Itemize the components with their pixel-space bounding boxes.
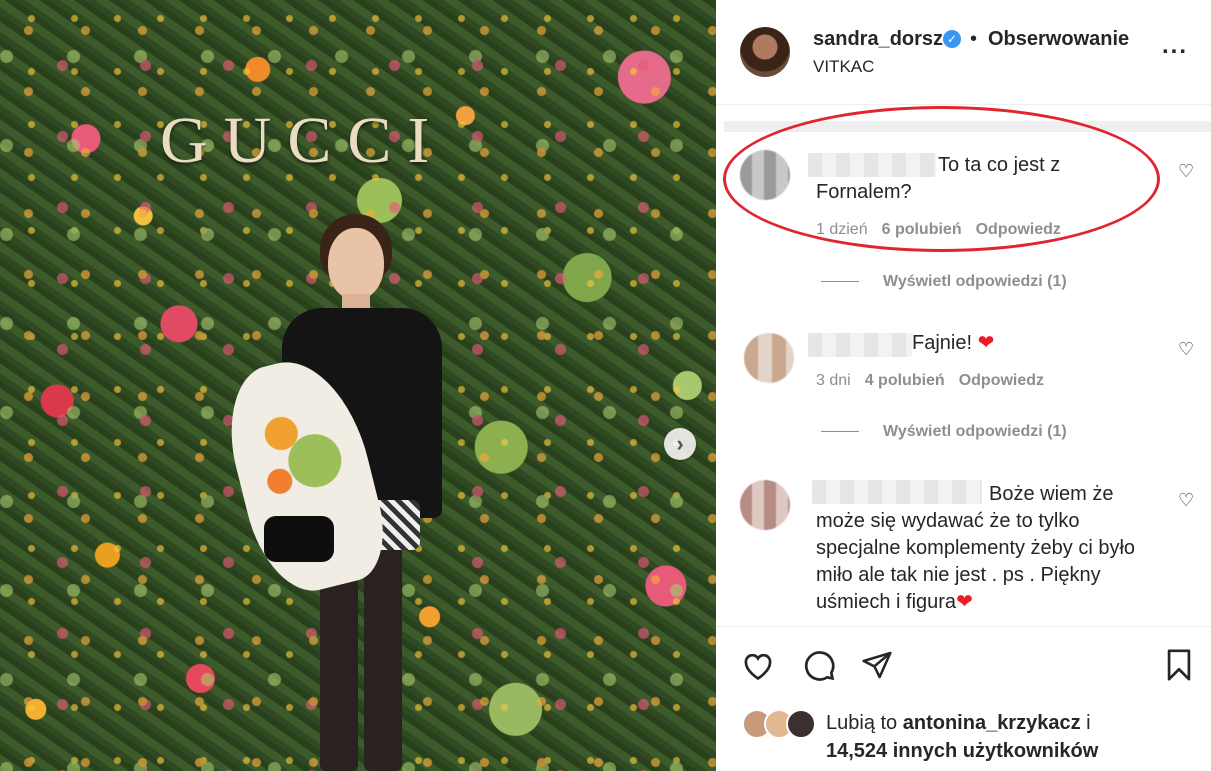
post-header: sandra_dorsz ✓ • Obserwowanie VITKAC ...: [716, 0, 1211, 105]
like-comment-heart-icon[interactable]: ♡: [1178, 161, 1194, 182]
comment-item: Fajnie! ❤ 3 dni 4 polubień Odpowiedz ♡ Wyś…: [716, 325, 1211, 455]
view-replies-button[interactable]: Wyświetl odpowiedzi (1): [821, 423, 1067, 441]
verified-badge-icon: ✓: [943, 30, 961, 48]
post-sidebar: sandra_dorsz ✓ • Obserwowanie VITKAC ...…: [716, 0, 1211, 771]
comment-text-body: Fajnie!: [912, 332, 973, 354]
comment-item: Boże wiem że może się wydawać że to tylk…: [716, 474, 1211, 624]
comment-text-body: Boże wiem że może się wydawać że to tylk…: [816, 483, 1136, 613]
brand-logo-text: GUCCI: [160, 104, 446, 177]
handbag: [264, 516, 334, 562]
post-actions: Lubią to antonina_krzykacz i 14,524 inny…: [716, 626, 1211, 771]
following-button[interactable]: Obserwowanie: [988, 28, 1129, 51]
view-replies-label: Wyświetl odpowiedzi (1): [883, 423, 1067, 440]
likes-summary: Lubią to antonina_krzykacz i 14,524 inny…: [826, 709, 1206, 765]
view-replies-button[interactable]: Wyświetl odpowiedzi (1): [821, 273, 1067, 291]
post-location[interactable]: VITKAC: [813, 57, 874, 77]
reply-button[interactable]: Odpowiedz: [959, 372, 1044, 389]
header-separator: •: [970, 28, 978, 50]
next-photo-button[interactable]: ›: [664, 428, 696, 460]
like-comment-heart-icon[interactable]: ♡: [1178, 339, 1194, 360]
comment-bubble-icon[interactable]: [801, 647, 837, 683]
comment-text: Boże wiem że może się wydawać że to tylk…: [816, 481, 1161, 616]
comment-likes[interactable]: 4 polubień: [865, 372, 945, 389]
avatar[interactable]: [740, 480, 790, 530]
post-photo[interactable]: GUCCI ›: [0, 0, 716, 771]
person-figure: [214, 210, 460, 771]
red-heart-emoji-icon: ❤: [977, 332, 995, 354]
view-replies-label: Wyświetl odpowiedzi (1): [883, 273, 1067, 290]
author-username[interactable]: sandra_dorsz: [813, 28, 943, 51]
like-comment-heart-icon[interactable]: ♡: [1178, 490, 1194, 511]
chevron-right-icon: ›: [676, 431, 684, 456]
comment-username-blurred[interactable]: [808, 333, 912, 357]
liker-avatars[interactable]: [742, 709, 826, 739]
likes-count[interactable]: 14,524 innych użytkowników: [826, 740, 1098, 762]
comment-time: 3 dni: [816, 372, 851, 389]
more-options-icon[interactable]: ...: [1162, 32, 1188, 60]
save-bookmark-icon[interactable]: [1161, 647, 1197, 683]
avatar: [786, 709, 816, 739]
avatar[interactable]: [744, 333, 794, 383]
liker-username[interactable]: antonina_krzykacz: [903, 712, 1081, 734]
likes-connector: i: [1086, 712, 1091, 734]
likes-prefix: Lubią to: [826, 712, 898, 734]
avatar[interactable]: [740, 27, 790, 77]
comment-text: Fajnie! ❤: [912, 330, 994, 357]
comment-meta: 3 dni 4 polubień Odpowiedz: [816, 372, 1044, 390]
like-heart-icon[interactable]: [740, 647, 776, 683]
share-plane-icon[interactable]: [859, 647, 895, 683]
red-heart-emoji-icon: ❤: [956, 591, 973, 613]
highlight-ellipse: [723, 106, 1160, 252]
